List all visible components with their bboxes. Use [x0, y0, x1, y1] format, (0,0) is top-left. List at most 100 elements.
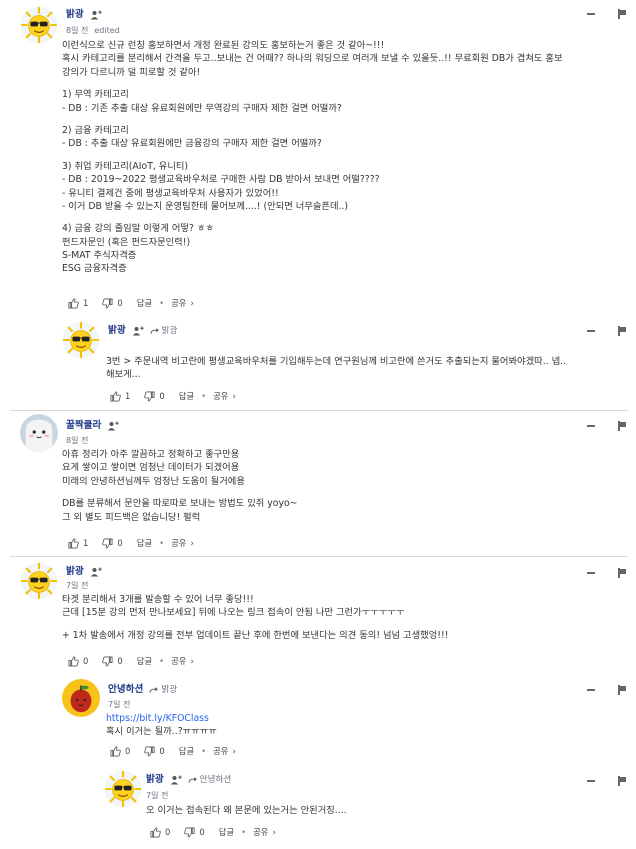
reply-arrow-icon — [149, 686, 159, 694]
author-name[interactable]: 밝광 — [146, 773, 164, 787]
comment-meta: 8일 전 — [66, 435, 88, 447]
share-button[interactable]: 공유 — [213, 390, 228, 402]
comment-line: 이런식으로 신규 런칭 홍보하면서 개정 완료된 강의도 홍보하는거 좋은 것 … — [62, 40, 385, 51]
reply-arrow-icon — [150, 327, 160, 335]
comment-line: 요게 쌓이고 쌓이면 엄청난 데이터가 되겠어용 — [62, 462, 240, 474]
reply-button[interactable]: 답글 — [137, 537, 152, 549]
comment-text: 타겟 분리해서 3개를 발송할 수 있어 너무 좋당!!! 근데 [15분 강의 … — [62, 593, 448, 642]
flag-icon[interactable] — [617, 326, 626, 336]
reply-button[interactable]: 답글 — [179, 745, 194, 757]
dislike-count: 0 — [199, 827, 205, 837]
flag-icon[interactable] — [617, 568, 626, 578]
comment-meta: 8일 전 edited — [66, 25, 120, 37]
dislike-count: 0 — [159, 391, 165, 401]
comment-line — [62, 213, 563, 222]
comment-line: 아휴 정리가 아주 깔끔하고 정확하고 좋구만용 — [62, 449, 240, 460]
flag-icon[interactable] — [617, 9, 626, 19]
add-user-icon[interactable] — [90, 567, 102, 577]
like-count: 0 — [165, 827, 171, 837]
like-count: 1 — [125, 391, 131, 401]
comment-line: 3) 취업 카테고리(AIoT, 유니티) — [62, 160, 189, 172]
share-button[interactable]: 공유 — [253, 826, 268, 838]
share-button[interactable]: 공유 — [213, 745, 228, 757]
thumb-down-icon[interactable] — [144, 391, 155, 402]
thumb-up-icon[interactable] — [68, 656, 79, 667]
sunglasses-sun-avatar[interactable] — [62, 321, 100, 359]
collapse-icon[interactable] — [587, 689, 595, 691]
author-name[interactable]: 밝광 — [66, 565, 84, 579]
reply-button[interactable]: 답글 — [179, 390, 194, 402]
chevron-right-icon: › — [232, 746, 236, 756]
mentioned-user[interactable]: 밝광 — [161, 684, 177, 696]
sunglasses-sun-avatar[interactable] — [20, 562, 58, 600]
flag-icon[interactable] — [617, 685, 626, 695]
author-name[interactable]: 밝광 — [108, 324, 126, 338]
thumb-up-icon[interactable] — [110, 746, 121, 757]
reply-mention: 안녕하션 — [188, 774, 232, 786]
thumb-down-icon[interactable] — [102, 298, 113, 309]
collapse-icon[interactable] — [587, 330, 595, 332]
comment-text: 아휴 정리가 아주 깔끔하고 정확하고 좋구만용요게 쌓이고 쌓이면 엄청난 데… — [62, 448, 297, 524]
timestamp: 7일 전 — [108, 700, 131, 709]
comment-line: 강의가 다르니까 덜 피로할 것 같아! — [62, 66, 201, 78]
comment-line: 2) 금융 카테고리 — [62, 124, 129, 136]
sunglasses-sun-avatar[interactable] — [104, 770, 142, 808]
collapse-icon[interactable] — [587, 425, 595, 427]
add-user-icon[interactable] — [107, 421, 119, 431]
reply-button[interactable]: 답글 — [137, 297, 152, 309]
comment-line — [62, 151, 563, 160]
thumb-up-icon[interactable] — [110, 391, 121, 402]
edited-label: edited — [94, 26, 120, 35]
reply-button[interactable]: 답글 — [219, 826, 234, 838]
comment-actions: 0 0 답글 • 공유 › — [110, 745, 236, 757]
thumb-down-icon[interactable] — [102, 656, 113, 667]
comment-line: - DB : 추출 대상 유료회원에만 금융강의 구매자 제한 걸면 어떨까? — [62, 138, 322, 150]
comment-line — [62, 79, 563, 88]
comment-line: - 유니티 결제건 중에 평생교육바우처 사용자가 있었어!! — [62, 187, 279, 199]
comment-line: - DB : 기존 추출 대상 유료회원에만 무역강의 구매자 제한 걸면 어떨… — [62, 102, 342, 114]
thumb-down-icon[interactable] — [144, 746, 155, 757]
comment-line: - DB : 2019~2022 평생교육바우처로 구매한 사람 DB 받아서 … — [62, 174, 380, 186]
add-user-icon[interactable] — [132, 326, 144, 336]
comment-actions: 1 0 답글 • 공유 › — [68, 537, 194, 549]
chevron-right-icon: › — [190, 656, 194, 666]
reply-button[interactable]: 답글 — [137, 655, 152, 667]
share-button[interactable]: 공유 — [171, 537, 186, 549]
reply-arrow-icon — [188, 776, 198, 784]
shared-link[interactable]: https://bit.ly/KFOClass — [106, 712, 217, 725]
chevron-right-icon: › — [232, 391, 236, 401]
comment-line: - 이거 DB 받을 수 있는지 운영팀한테 물어보께....! (안되면 너무… — [62, 200, 349, 212]
mentioned-user[interactable]: 밝광 — [162, 325, 178, 337]
thumb-up-icon[interactable] — [150, 827, 161, 838]
author-name[interactable]: 밝광 — [66, 8, 84, 22]
sunglasses-sun-avatar[interactable] — [20, 6, 58, 44]
author-name[interactable]: 안녕하션 — [108, 683, 143, 697]
ghost-avatar[interactable] — [20, 414, 58, 452]
comment-line: DB를 분류해서 문안을 따로따로 보내는 방법도 있쥐 yoyo~ — [62, 498, 298, 510]
collapse-icon[interactable] — [587, 780, 595, 782]
share-button[interactable]: 공유 — [171, 297, 186, 309]
dislike-count: 0 — [117, 538, 123, 548]
author-name[interactable]: 꿀짝쿨라 — [66, 419, 101, 433]
collapse-icon[interactable] — [587, 572, 595, 574]
comment-text: https://bit.ly/KFOClass 혹시 이거는 될까..?ㅠㅠㅠㅠ — [106, 712, 217, 739]
apple-avatar[interactable] — [62, 679, 100, 717]
share-button[interactable]: 공유 — [171, 655, 186, 667]
mentioned-user[interactable]: 안녕하션 — [200, 774, 232, 786]
add-user-icon[interactable] — [90, 10, 102, 20]
comment-line: 근데 [15분 강의 먼저 만나보세요] 뒤에 나오는 링크 접속이 안됨 나만… — [62, 607, 405, 619]
add-user-icon[interactable] — [170, 775, 182, 785]
thumb-up-icon[interactable] — [68, 538, 79, 549]
dislike-count: 0 — [159, 746, 165, 756]
comment-line: ESG 금융자격증 — [62, 263, 127, 275]
comment-line: + 1차 발송에서 개정 강의를 전부 업데이트 끝난 후에 한번에 보낸다는 … — [62, 629, 449, 641]
thumb-down-icon[interactable] — [184, 827, 195, 838]
thumb-up-icon[interactable] — [68, 298, 79, 309]
flag-icon[interactable] — [617, 421, 626, 431]
comment-actions: 0 0 답글 • 공유 › — [68, 655, 194, 667]
flag-icon[interactable] — [617, 776, 626, 786]
thumb-down-icon[interactable] — [102, 538, 113, 549]
collapse-icon[interactable] — [587, 13, 595, 15]
comment-line — [62, 488, 297, 497]
timestamp: 8일 전 — [66, 26, 89, 35]
